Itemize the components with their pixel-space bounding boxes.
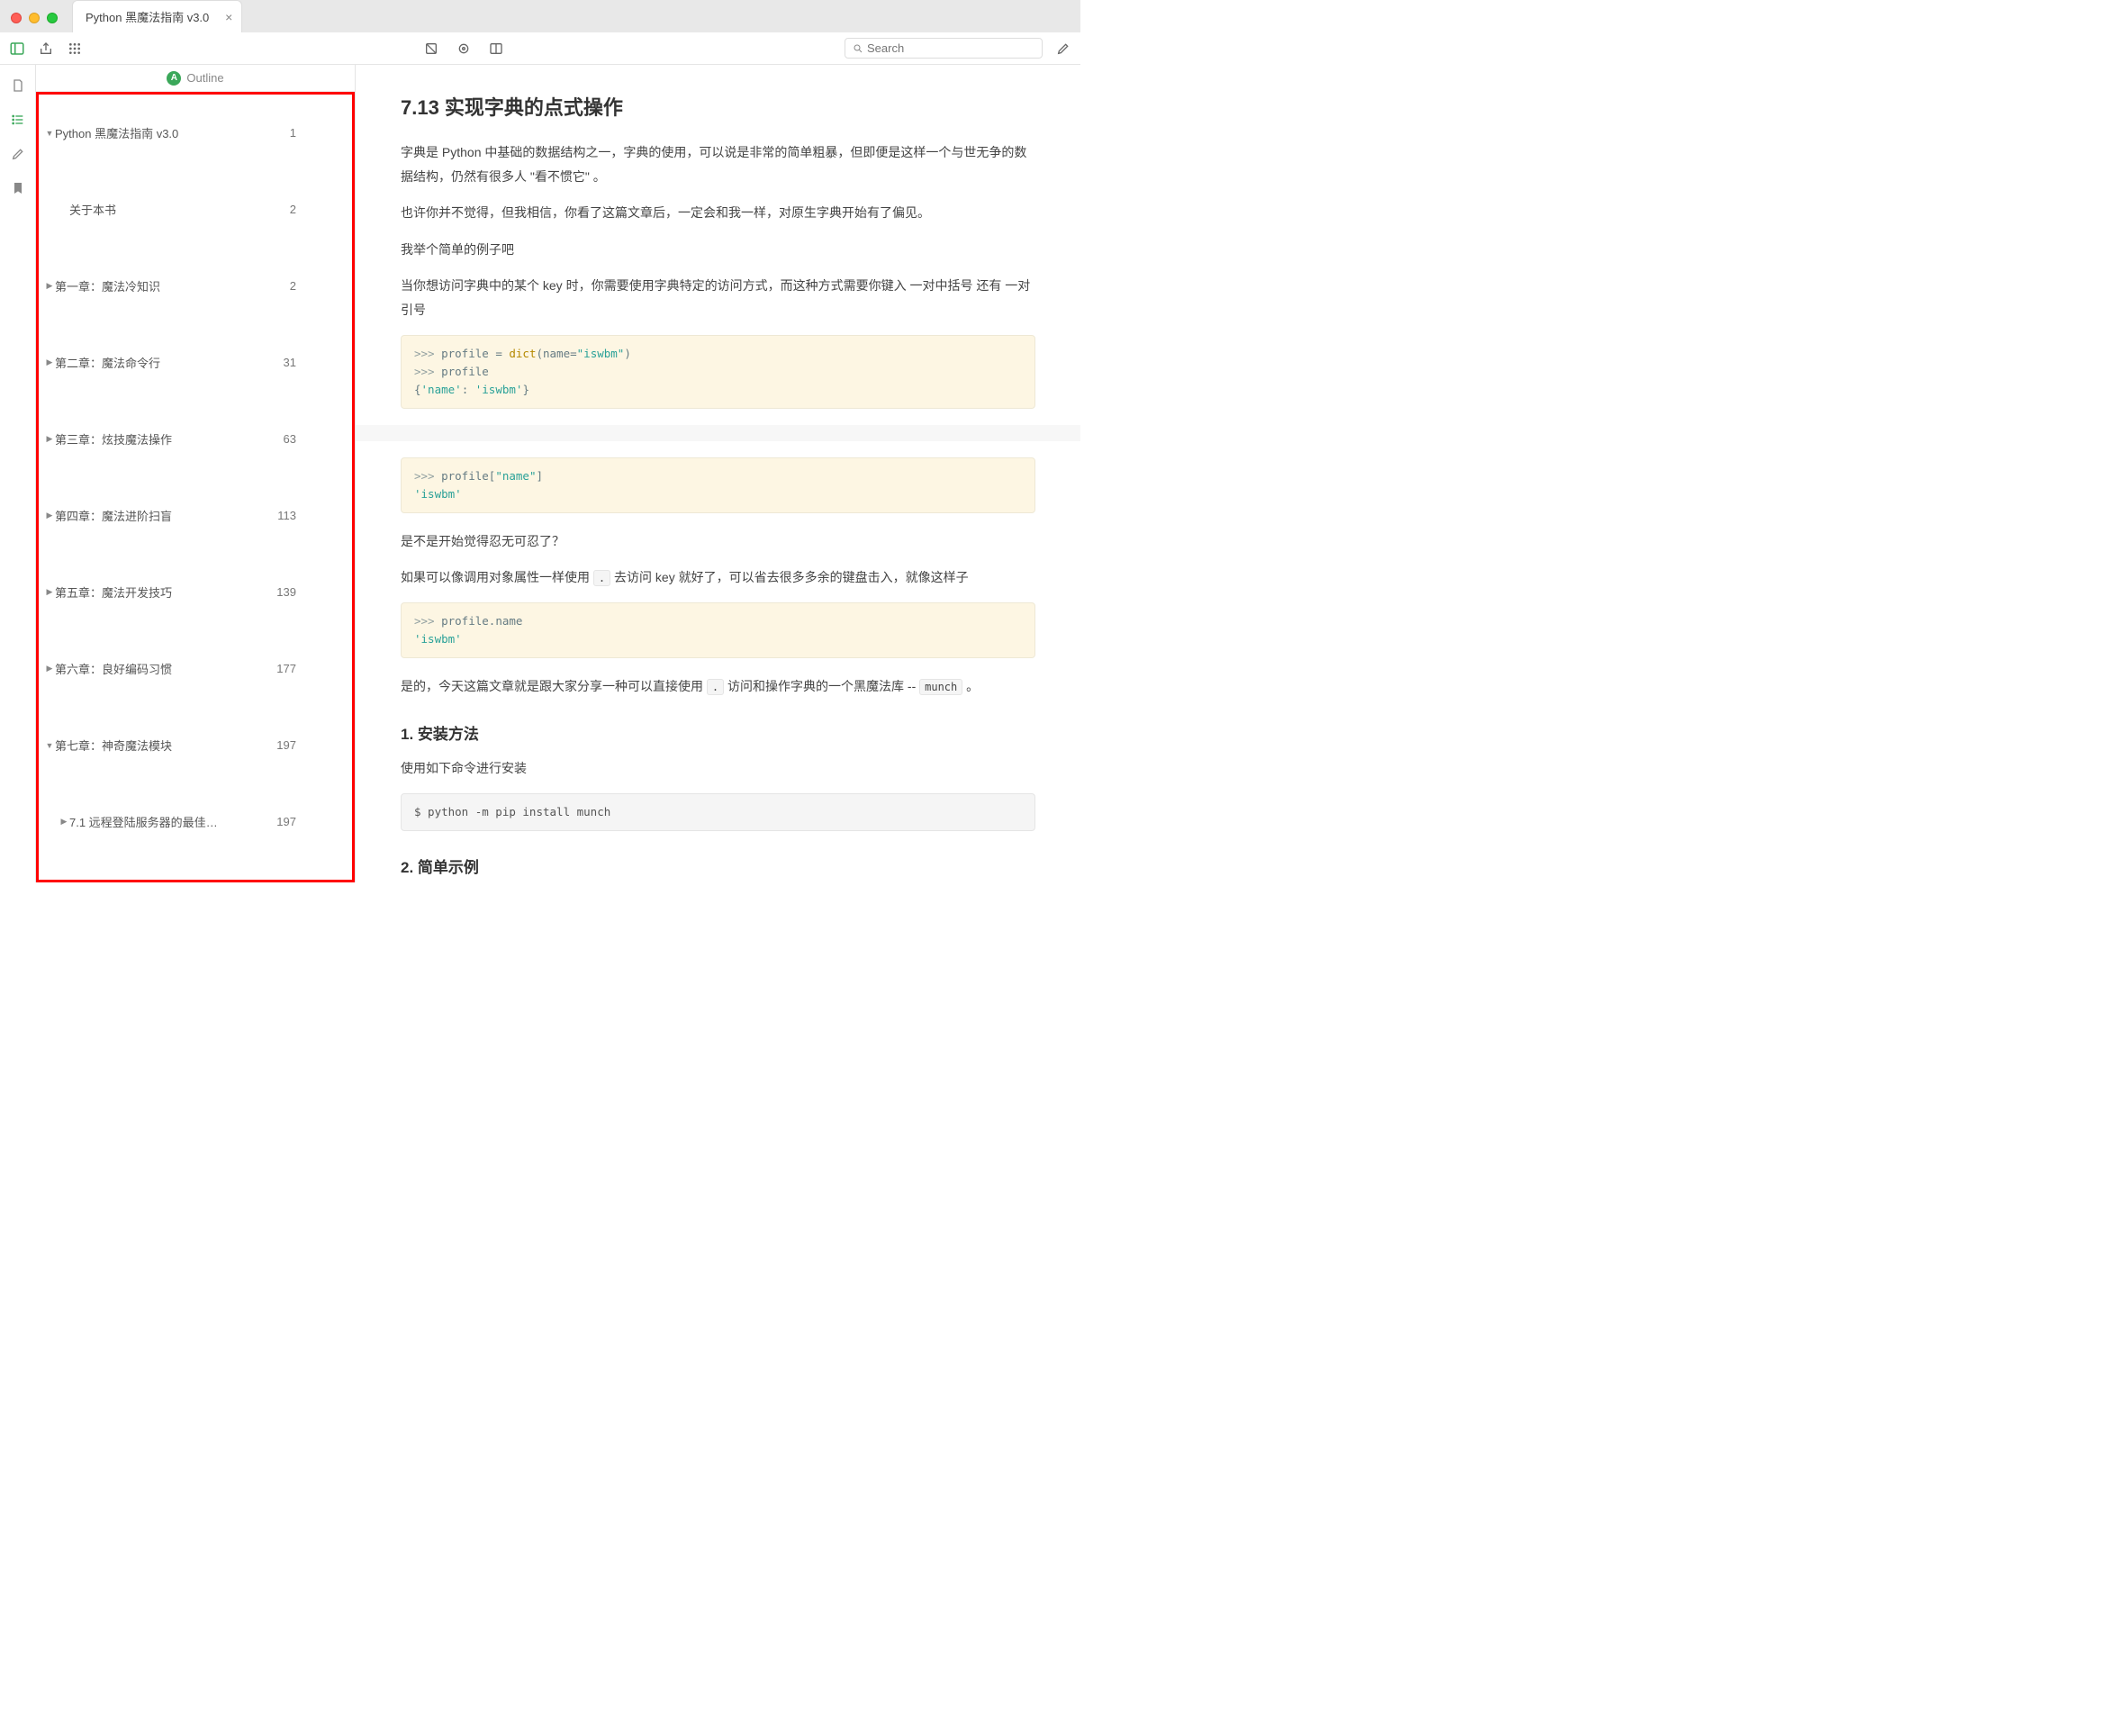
annotate-icon[interactable] bbox=[10, 146, 26, 162]
app-window: Python 黑魔法指南 v3.0 × bbox=[0, 0, 1080, 882]
code-block: >>> profile["name"] 'iswbm' bbox=[401, 457, 1035, 513]
gear-icon[interactable] bbox=[456, 41, 472, 57]
inline-code: . bbox=[707, 679, 724, 695]
document-page: 7.13 实现字典的点式操作 字典是 Python 中基础的数据结构之一，字典的… bbox=[356, 65, 1080, 882]
outline-page-number: 177 bbox=[231, 635, 341, 702]
page-title: 7.13 实现字典的点式操作 bbox=[401, 92, 1035, 121]
paragraph: 字典是 Python 中基础的数据结构之一，字典的使用，可以说是非常的简单粗暴，… bbox=[401, 140, 1035, 188]
outline-row[interactable]: ▶第二章：魔法命令行 31 bbox=[39, 324, 352, 401]
disclosure-arrow-icon[interactable]: ▶ bbox=[44, 434, 55, 444]
disclosure-arrow-icon[interactable]: ▶ bbox=[44, 587, 55, 597]
code-block: >>> profile.name 'iswbm' bbox=[401, 602, 1035, 658]
paragraph: 是的，今天这篇文章就是跟大家分享一种可以直接使用 . 访问和操作字典的一个黑魔法… bbox=[401, 674, 1035, 699]
disclosure-arrow-icon[interactable]: ▼ bbox=[44, 129, 55, 138]
section-heading: 2. 简单示例 bbox=[401, 854, 1035, 877]
outline-page-number: 113 bbox=[232, 482, 341, 549]
outline-label: 第三章：炫技魔法操作 bbox=[55, 430, 233, 448]
close-tab-icon[interactable]: × bbox=[225, 10, 232, 24]
outline-page-number: 139 bbox=[231, 558, 341, 626]
outline-label: 7.1 远程登陆服务器的最佳利器 bbox=[69, 813, 226, 830]
outline-label: 关于本书 bbox=[69, 201, 239, 218]
outline-row[interactable]: ▶第三章：炫技魔法操作 63 bbox=[39, 401, 352, 477]
grid-icon[interactable] bbox=[67, 41, 83, 57]
outline-page-number: 197 bbox=[231, 788, 341, 855]
outline-row[interactable]: ▶第五章：魔法开发技巧 139 bbox=[39, 554, 352, 630]
sidebar-toggle-icon[interactable] bbox=[9, 41, 25, 57]
paragraph: 我举个简单的例子吧 bbox=[401, 238, 1035, 262]
paragraph: 也许你并不觉得，但我相信，你看了这篇文章后，一定会和我一样，对原生字典开始有了偏… bbox=[401, 201, 1035, 225]
outline-page-number: 2 bbox=[245, 176, 341, 243]
outline-label: 第六章：良好编码习惯 bbox=[55, 660, 226, 677]
outline-row[interactable]: 关于本书 2 bbox=[39, 171, 352, 248]
outline-label: Python 黑魔法指南 v3.0 bbox=[55, 124, 239, 141]
outline-page-number: 1 bbox=[245, 99, 341, 167]
outline-panel: A Outline ▼Python 黑魔法指南 v3.01关于本书2▶第一章：魔… bbox=[36, 65, 356, 882]
outline-label: 第一章：魔法冷知识 bbox=[55, 277, 239, 294]
page-gap bbox=[356, 425, 1080, 441]
section-heading: 1. 安装方法 bbox=[401, 721, 1035, 744]
close-window-button[interactable] bbox=[11, 13, 22, 23]
search-box[interactable] bbox=[845, 38, 1043, 59]
outline-label: 第二章：魔法命令行 bbox=[55, 354, 233, 371]
left-rail bbox=[0, 65, 36, 882]
outline-page-number: 2 bbox=[245, 252, 341, 320]
disclosure-arrow-icon[interactable]: ▶ bbox=[44, 664, 55, 674]
paragraph: 使用如下命令进行安装 bbox=[401, 756, 1035, 781]
outline-row[interactable]: ▶7.1 远程登陆服务器的最佳利器 197 bbox=[39, 783, 352, 860]
outline-label: 第五章：魔法开发技巧 bbox=[55, 583, 226, 601]
inline-code: munch bbox=[919, 679, 962, 695]
content-viewer[interactable]: 7.13 实现字典的点式操作 字典是 Python 中基础的数据结构之一，字典的… bbox=[356, 65, 1080, 882]
disclosure-arrow-icon[interactable]: ▶ bbox=[44, 357, 55, 367]
outline-row[interactable]: ▼第七章：神奇魔法模块 197 bbox=[39, 707, 352, 783]
zoom-window-button[interactable] bbox=[47, 13, 58, 23]
inline-code: . bbox=[593, 570, 610, 586]
code-block: >>> profile = dict(name="iswbm") >>> pro… bbox=[401, 335, 1035, 409]
outline-list[interactable]: ▼Python 黑魔法指南 v3.01关于本书2▶第一章：魔法冷知识2▶第二章：… bbox=[36, 92, 355, 882]
tab-title: Python 黑魔法指南 v3.0 bbox=[86, 11, 209, 24]
paragraph: 如果可以像调用对象属性一样使用 . 去访问 key 就好了，可以省去很多多余的键… bbox=[401, 565, 1035, 590]
outline-page-number: 197 bbox=[231, 711, 341, 779]
outline-row[interactable]: ▼Python 黑魔法指南 v3.0 1 bbox=[39, 95, 352, 171]
outline-row[interactable]: ▶第一章：魔法冷知识 2 bbox=[39, 248, 352, 324]
browser-tab[interactable]: Python 黑魔法指南 v3.0 × bbox=[72, 0, 242, 32]
outline-title: Outline bbox=[186, 71, 223, 85]
bookmark-icon[interactable] bbox=[10, 180, 26, 196]
outline-header: A Outline bbox=[36, 65, 355, 92]
two-page-icon[interactable] bbox=[488, 41, 504, 57]
titlebar: Python 黑魔法指南 v3.0 × bbox=[0, 0, 1080, 32]
outline-page-number: 31 bbox=[239, 329, 341, 396]
search-icon bbox=[853, 43, 863, 54]
main-area: A Outline ▼Python 黑魔法指南 v3.01关于本书2▶第一章：魔… bbox=[0, 65, 1080, 882]
outline-row[interactable]: ▶第六章：良好编码习惯 177 bbox=[39, 630, 352, 707]
paragraph: 是不是开始觉得忍无可忍了？ bbox=[401, 529, 1035, 554]
appearance-icon[interactable] bbox=[423, 41, 439, 57]
share-icon[interactable] bbox=[38, 41, 54, 57]
paragraph: 当你想访问字典中的某个 key 时，你需要使用字典特定的访问方式，而这种方式需要… bbox=[401, 274, 1035, 321]
disclosure-arrow-icon[interactable]: ▶ bbox=[44, 511, 55, 520]
minimize-window-button[interactable] bbox=[29, 13, 40, 23]
outline-row[interactable]: ▶第四章：魔法进阶扫盲 113 bbox=[39, 477, 352, 554]
outline-icon[interactable] bbox=[10, 112, 26, 128]
code-block: $ python -m pip install munch bbox=[401, 793, 1035, 831]
outline-row[interactable]: ▶7.2 代码 BUG 变得酷炫的利器206 bbox=[39, 860, 352, 882]
outline-page-number: 63 bbox=[239, 405, 341, 473]
disclosure-arrow-icon[interactable]: ▶ bbox=[59, 817, 69, 827]
outline-label: 第七章：神奇魔法模块 bbox=[55, 737, 226, 754]
document-icon[interactable] bbox=[10, 77, 26, 94]
outline-badge: A bbox=[167, 71, 181, 86]
disclosure-arrow-icon[interactable]: ▶ bbox=[44, 281, 55, 291]
edit-icon[interactable] bbox=[1055, 41, 1071, 57]
window-controls bbox=[0, 13, 68, 32]
outline-label: 第四章：魔法进阶扫盲 bbox=[55, 507, 227, 524]
outline-page-number: 206 bbox=[231, 864, 341, 882]
search-input[interactable] bbox=[867, 41, 1034, 55]
toolbar bbox=[0, 32, 1080, 65]
disclosure-arrow-icon[interactable]: ▼ bbox=[44, 741, 55, 750]
